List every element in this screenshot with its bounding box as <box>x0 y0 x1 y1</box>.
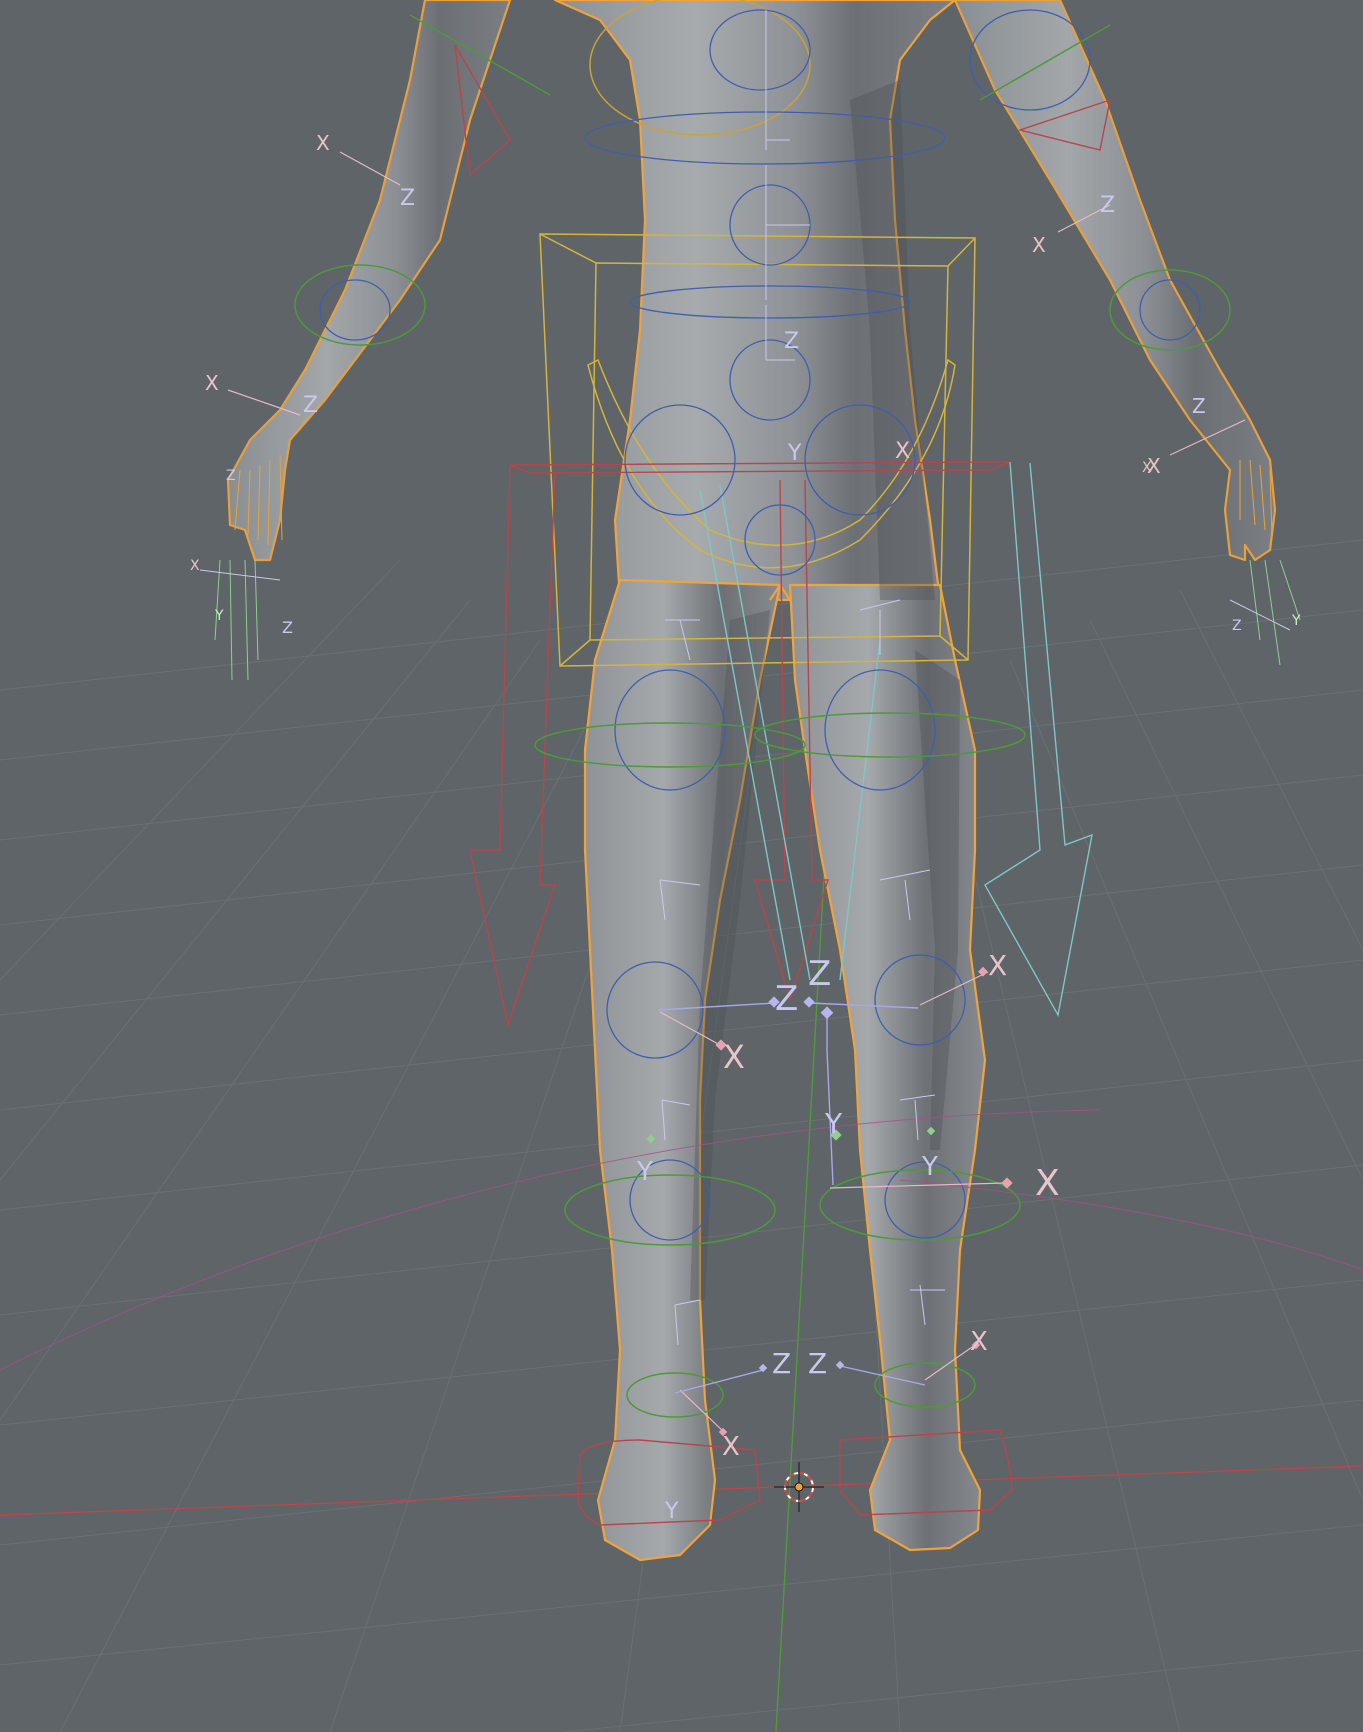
axis-label-z: Z <box>808 954 831 994</box>
axis-label-y: Y <box>1291 613 1301 629</box>
axis-label-y: Y <box>664 1499 679 1524</box>
axis-label-y: Y <box>214 608 224 624</box>
axis-label-y: Y <box>787 441 802 466</box>
right-arm-mesh[interactable] <box>953 0 1277 562</box>
axis-label-x: X <box>205 371 219 395</box>
axis-label-z: Z <box>808 1347 827 1380</box>
axis-label-y: Y <box>636 1157 653 1187</box>
axis-label-z: Z <box>772 1347 791 1380</box>
axis-label-z: Z <box>303 393 318 418</box>
axis-label-x: X <box>723 1038 745 1076</box>
axis-label-z: Z <box>1192 394 1206 418</box>
ik-handle-points[interactable] <box>758 996 845 1373</box>
axis-label-z: Z <box>784 329 799 354</box>
axis-label-x: X <box>970 1327 988 1357</box>
axis-label-y: Y <box>824 1107 843 1140</box>
axis-label-x: X <box>988 949 1007 982</box>
object-origin-icon[interactable] <box>794 1482 804 1492</box>
axis-label-z: Z <box>226 468 236 484</box>
axis-label-x: X <box>316 131 330 155</box>
axis-label-x: X <box>1142 460 1152 476</box>
axis-label-z: Z <box>775 979 798 1019</box>
axis-label-z: Z <box>400 186 415 211</box>
axis-label-x: X <box>1032 233 1046 257</box>
axis-label-z: Z <box>1100 193 1115 218</box>
left-arm-mesh[interactable] <box>226 0 512 562</box>
viewport-canvas[interactable]: Z X Z X Z X Z X Z X Y Z Z X X Y X Y Y Z … <box>0 0 1363 1732</box>
axis-label-z: Z <box>1232 618 1242 634</box>
axis-label-x: X <box>722 1432 740 1462</box>
axis-label-z: Z <box>282 618 293 637</box>
axis-label-x: X <box>895 439 910 464</box>
axis-label-y: Y <box>921 1152 938 1182</box>
3d-viewport[interactable]: Z X Z X Z X Z X Z X Y Z Z X X Y X Y Y Z … <box>0 0 1363 1732</box>
axis-label-x: X <box>1035 1163 1060 1204</box>
axis-label-x: X <box>190 558 200 574</box>
